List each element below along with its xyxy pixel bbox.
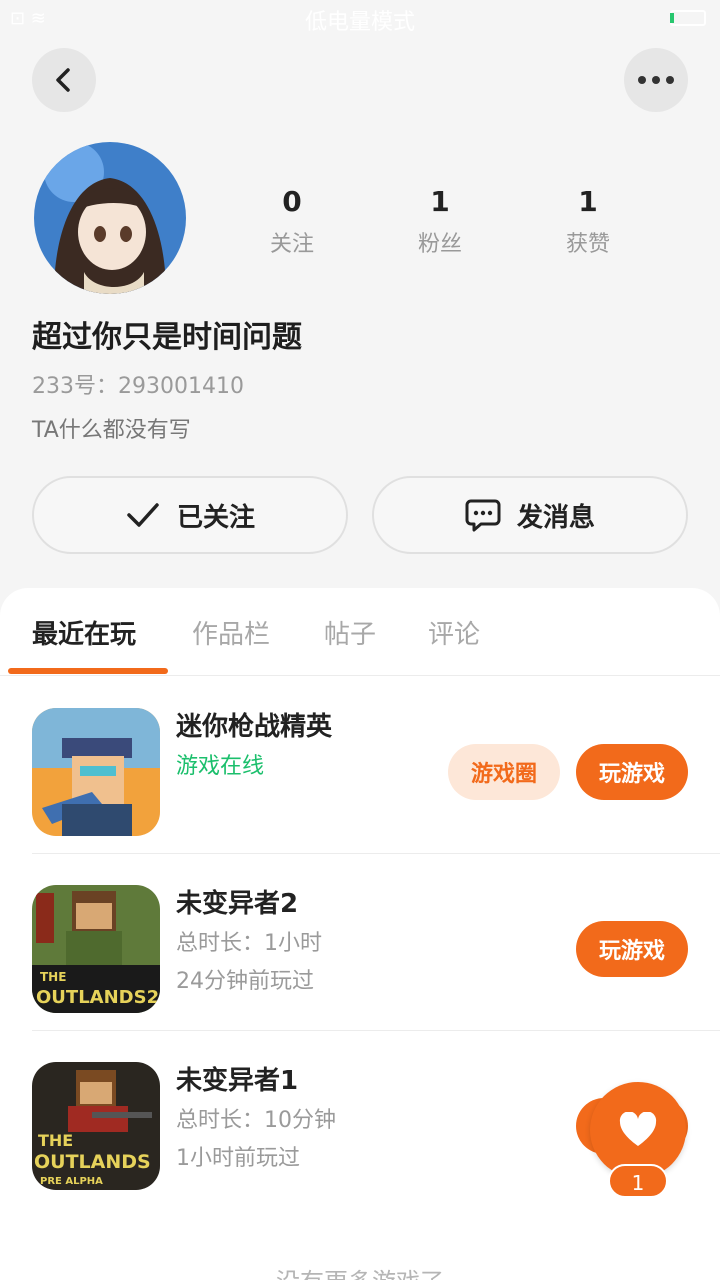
status-bar: ⊡ ≋ 低电量模式	[0, 0, 720, 36]
game-last-played: 1小时前玩过	[176, 1146, 300, 1171]
svg-text:THE: THE	[40, 970, 66, 984]
svg-text:PRE ALPHA: PRE ALPHA	[40, 1176, 103, 1187]
likes-label: 获赞	[565, 232, 610, 257]
send-message-button[interactable]: 发消息	[372, 476, 688, 554]
following-label: 关注	[269, 232, 314, 257]
chat-bubble-icon	[465, 499, 501, 532]
send-message-label: 发消息	[516, 502, 595, 533]
tab-posts[interactable]: 帖子	[324, 614, 376, 651]
list-item[interactable]: THE OUTLANDS2 未变异者2 总时长：1小时 24分钟前玩过 玩游戏	[0, 853, 720, 1031]
game-name: 未变异者2	[176, 889, 299, 919]
user-bio: TA什么都没有写	[32, 418, 191, 443]
game-icon-mini-gun-elite[interactable]	[32, 708, 160, 836]
followed-label: 已关注	[176, 502, 255, 533]
avatar[interactable]	[34, 142, 186, 294]
tab-comments[interactable]: 评论	[428, 614, 480, 651]
user-id: 233号：293001410	[32, 374, 244, 399]
game-icon-outlands-1[interactable]: THE OUTLANDS PRE ALPHA	[32, 1062, 160, 1190]
play-game-button[interactable]: 玩游戏	[576, 744, 688, 800]
active-tab-indicator	[8, 668, 168, 674]
followers-stat[interactable]: 1 粉丝	[380, 186, 500, 258]
game-online-status: 游戏在线	[176, 754, 265, 779]
svg-text:OUTLANDS: OUTLANDS	[34, 1151, 151, 1173]
more-button[interactable]	[624, 48, 688, 112]
back-button[interactable]	[32, 48, 96, 112]
svg-text:OUTLANDS2: OUTLANDS2	[36, 987, 159, 1008]
play-game-button[interactable]: 玩游戏	[576, 921, 688, 977]
following-count: 0	[282, 185, 302, 218]
checkmark-icon	[127, 503, 159, 527]
game-name: 未变异者1	[176, 1066, 299, 1096]
game-total-duration: 总时长：1小时	[176, 931, 322, 956]
followers-label: 粉丝	[417, 232, 462, 257]
likes-stat[interactable]: 1 获赞	[528, 186, 648, 258]
tab-bar: 最近在玩 作品栏 帖子 评论	[0, 588, 720, 676]
game-last-played: 24分钟前玩过	[176, 969, 314, 994]
following-stat[interactable]: 0 关注	[232, 186, 352, 258]
game-name: 迷你枪战精英	[176, 712, 333, 742]
followed-button[interactable]: 已关注	[32, 476, 348, 554]
followers-count: 1	[430, 185, 450, 218]
no-more-games-text: 没有更多游戏了	[0, 1262, 720, 1280]
svg-text:THE: THE	[38, 1131, 73, 1150]
username: 超过你只是时间问题	[32, 320, 302, 355]
game-icon-outlands-2[interactable]: THE OUTLANDS2	[32, 885, 160, 1013]
list-item[interactable]: 迷你枪战精英 游戏在线 游戏圈 玩游戏	[0, 676, 720, 854]
more-dots-icon	[638, 76, 674, 84]
game-total-duration: 总时长：10分钟	[176, 1108, 336, 1133]
like-count-badge: 1	[608, 1164, 668, 1198]
chevron-left-icon	[56, 68, 70, 92]
game-circle-button[interactable]: 游戏圈	[448, 744, 560, 800]
likes-count: 1	[578, 185, 598, 218]
heart-icon	[619, 1112, 657, 1146]
tab-works[interactable]: 作品栏	[192, 614, 270, 651]
battery-icon	[670, 10, 706, 26]
low-power-mode-text: 低电量模式	[304, 10, 415, 35]
tab-recently-played[interactable]: 最近在玩	[32, 614, 136, 651]
